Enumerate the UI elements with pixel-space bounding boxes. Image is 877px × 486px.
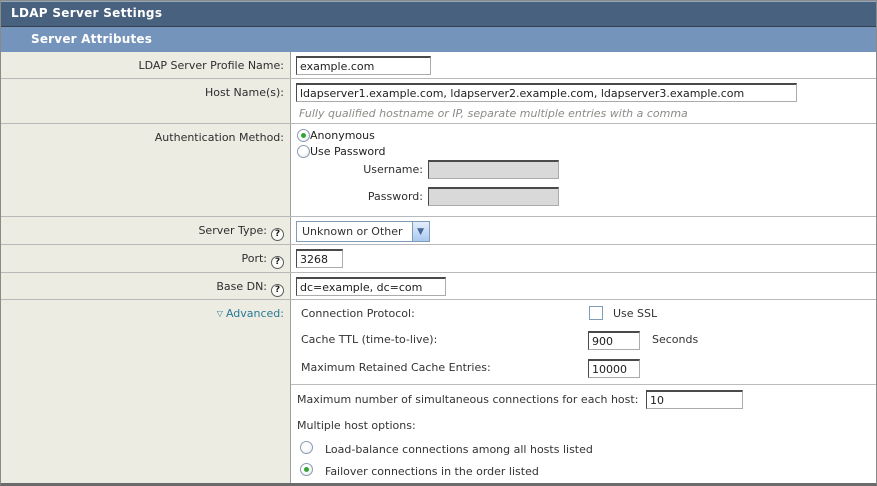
triangle-down-icon: ▽: [217, 309, 223, 318]
load-balance-radio-label: Load-balance connections among all hosts…: [325, 443, 593, 456]
multiple-host-options-label: Multiple host options:: [297, 419, 416, 432]
ldap-server-settings-panel: LDAP Server Settings Server Attributes L…: [0, 0, 877, 486]
failover-radio[interactable]: [300, 463, 313, 476]
use-ssl-checkbox[interactable]: [589, 306, 603, 320]
cache-ttl-label: Cache TTL (time-to-live):: [301, 333, 437, 346]
password-label: Password:: [291, 190, 428, 203]
cache-ttl-unit: Seconds: [652, 333, 698, 346]
use-ssl-label: Use SSL: [613, 307, 657, 320]
chevron-down-icon: ▼: [412, 222, 429, 241]
server-type-select[interactable]: Unknown or Other ▼: [296, 221, 430, 242]
advanced-section-divider: [291, 384, 876, 385]
section-title: Server Attributes: [31, 32, 152, 46]
server-type-cell: Unknown or Other ▼: [291, 217, 876, 244]
server-type-help-icon[interactable]: ?: [271, 228, 284, 241]
host-names-label: Host Name(s):: [1, 79, 291, 123]
anonymous-radio-label: Anonymous: [310, 129, 375, 142]
port-row: Port:?: [1, 245, 876, 273]
base-dn-cell: [291, 273, 876, 299]
base-dn-label: Base DN:: [216, 280, 267, 293]
base-dn-row: Base DN:?: [1, 273, 876, 300]
base-dn-help-icon[interactable]: ?: [271, 284, 284, 297]
connection-protocol-label: Connection Protocol:: [301, 307, 415, 320]
advanced-cell: Connection Protocol: Use SSL Cache TTL (…: [291, 300, 876, 484]
max-connections-label: Maximum number of simultaneous connectio…: [297, 393, 638, 406]
failover-radio-label: Failover connections in the order listed: [325, 465, 539, 478]
max-cache-entries-label: Maximum Retained Cache Entries:: [301, 361, 491, 374]
server-type-row: Server Type:? Unknown or Other ▼: [1, 217, 876, 245]
base-dn-label-cell: Base DN:?: [1, 273, 291, 299]
section-header-bar: Server Attributes: [1, 27, 876, 52]
host-names-cell: Fully qualified hostname or IP, separate…: [291, 79, 876, 123]
advanced-row: ▽Advanced: Connection Protocol: Use SSL …: [1, 300, 876, 484]
port-help-icon[interactable]: ?: [271, 256, 284, 269]
max-connections-input[interactable]: [646, 390, 743, 409]
server-type-selected-value: Unknown or Other: [302, 225, 403, 238]
panel-title: LDAP Server Settings: [11, 6, 162, 20]
username-input[interactable]: [428, 160, 559, 179]
server-type-label: Server Type:: [198, 224, 267, 237]
base-dn-input[interactable]: [296, 277, 446, 296]
cache-ttl-input[interactable]: [588, 331, 640, 350]
port-input[interactable]: [296, 249, 343, 268]
panel-title-bar: LDAP Server Settings: [1, 1, 876, 27]
server-type-label-cell: Server Type:?: [1, 217, 291, 244]
username-label: Username:: [291, 163, 428, 176]
auth-method-label: Authentication Method:: [1, 124, 291, 216]
profile-name-cell: [291, 52, 876, 78]
password-input[interactable]: [428, 187, 559, 206]
host-names-hint: Fully qualified hostname or IP, separate…: [299, 107, 688, 120]
load-balance-radio[interactable]: [300, 441, 313, 454]
port-label-cell: Port:?: [1, 245, 291, 272]
auth-method-cell: Anonymous Use Password Username: Passwor…: [291, 124, 876, 216]
advanced-label: Advanced:: [226, 307, 284, 320]
host-names-row: Host Name(s): Fully qualified hostname o…: [1, 79, 876, 124]
profile-name-input[interactable]: [296, 56, 431, 75]
anonymous-radio[interactable]: [297, 129, 310, 142]
auth-method-row: Authentication Method: Anonymous Use Pas…: [1, 124, 876, 217]
port-label: Port:: [241, 252, 267, 265]
profile-name-row: LDAP Server Profile Name:: [1, 52, 876, 79]
advanced-label-cell: ▽Advanced:: [1, 300, 291, 484]
max-cache-entries-input[interactable]: [588, 359, 640, 378]
advanced-toggle-link[interactable]: ▽Advanced:: [217, 307, 284, 320]
use-password-radio[interactable]: [297, 145, 310, 158]
port-cell: [291, 245, 876, 272]
use-password-radio-label: Use Password: [310, 145, 385, 158]
profile-name-label: LDAP Server Profile Name:: [1, 52, 291, 78]
host-names-input[interactable]: [296, 83, 797, 102]
